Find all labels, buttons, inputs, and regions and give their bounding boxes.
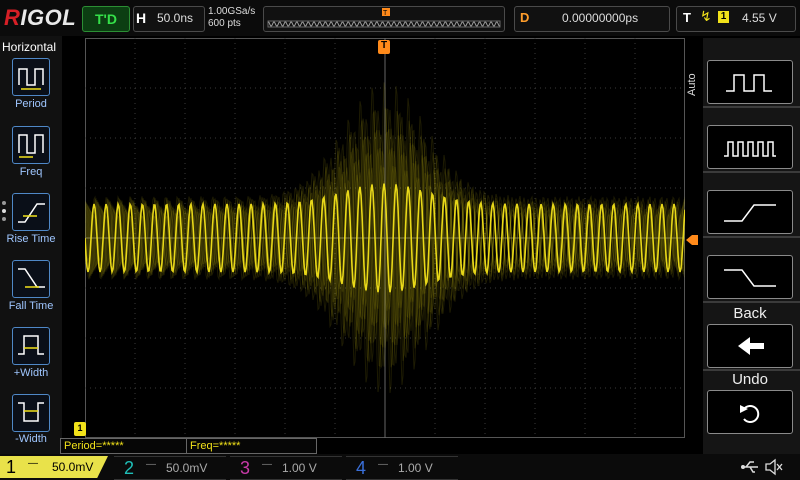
period-measurement: Period=***** xyxy=(60,438,187,454)
rise-time-label: Rise Time xyxy=(6,233,56,245)
rising-edge-icon: ↯ xyxy=(700,8,712,24)
slow-square-wave-button[interactable] xyxy=(707,60,793,104)
channel4-number: 4 xyxy=(356,458,367,478)
menu-separator xyxy=(703,236,800,238)
horizontal-label: H xyxy=(136,10,147,26)
left-menu-title: Horizontal xyxy=(2,40,57,54)
memory-depth: 600 pts xyxy=(208,18,241,29)
channel3-status[interactable]: 3 — 1.00 V xyxy=(230,456,342,480)
fall-time-icon xyxy=(18,268,45,288)
channel2-status[interactable]: 2 — 50.0mV xyxy=(114,456,226,480)
trigger-label: T xyxy=(683,10,691,25)
fall-time-label: Fall Time xyxy=(8,300,54,312)
timebase-value: 50.0ns xyxy=(157,11,194,25)
rising-edge-icon xyxy=(724,204,776,222)
channel1-scale: 50.0mV xyxy=(52,460,94,474)
channel3-number: 3 xyxy=(240,458,251,478)
run-state-badge[interactable]: T'D xyxy=(82,6,130,32)
page-dot xyxy=(2,201,6,205)
square-wave-fast-icon xyxy=(724,141,776,157)
undo-button[interactable] xyxy=(707,390,793,434)
back-button[interactable] xyxy=(707,324,793,368)
rising-edge-button[interactable] xyxy=(707,190,793,234)
channel1-status[interactable]: 1 — 50.0mV xyxy=(0,456,108,478)
page-dot xyxy=(2,217,6,221)
positive-width-button[interactable] xyxy=(12,327,50,365)
falling-edge-button[interactable] xyxy=(707,255,793,299)
dc-coupling-icon: — xyxy=(146,459,156,470)
trigger-position-marker[interactable]: T xyxy=(378,40,390,54)
frequency-label: Freq xyxy=(19,166,43,178)
channel4-scale: 1.00 V xyxy=(398,461,433,475)
dc-coupling-icon: — xyxy=(378,459,388,470)
menu-separator xyxy=(703,171,800,173)
frequency-button[interactable] xyxy=(12,126,50,164)
delay-label: D xyxy=(520,10,530,25)
menu-separator xyxy=(703,106,800,108)
trigger-level-marker[interactable] xyxy=(686,234,698,246)
back-arrow-icon xyxy=(738,337,764,355)
square-wave-slow-icon xyxy=(726,74,772,92)
auto-mode-label: Auto xyxy=(686,73,698,96)
rise-time-icon xyxy=(18,203,45,223)
delay-value: 0.00000000ps xyxy=(562,11,639,25)
undo-icon xyxy=(740,405,760,423)
menu-separator xyxy=(703,301,800,303)
trigger-level-value: 4.55 V xyxy=(742,11,777,25)
channel1-number: 1 xyxy=(6,457,17,477)
sample-rate: 1.00GSa/s xyxy=(208,6,256,17)
waveform-display[interactable] xyxy=(85,38,685,438)
channel1-offset-marker[interactable]: 1 xyxy=(74,422,86,436)
period-icon xyxy=(18,68,44,90)
undo-label: Undo xyxy=(732,371,768,388)
fall-time-button[interactable] xyxy=(12,260,50,298)
rise-time-button[interactable] xyxy=(12,193,50,231)
frequency-measurement: Freq=***** xyxy=(186,438,317,454)
channel2-scale: 50.0mV xyxy=(166,461,208,475)
period-button[interactable] xyxy=(12,58,50,96)
negative-width-button[interactable] xyxy=(12,394,50,432)
channel1-waveform xyxy=(85,82,685,393)
trigger-box[interactable] xyxy=(676,6,796,32)
frequency-icon xyxy=(18,134,44,158)
positive-width-label: +Width xyxy=(13,367,49,379)
usb-icon xyxy=(741,461,758,473)
memory-trigger-marker: T xyxy=(383,10,388,17)
page-dot-active xyxy=(2,209,6,213)
channel3-scale: 1.00 V xyxy=(282,461,317,475)
falling-edge-icon xyxy=(724,269,776,287)
negative-width-label: -Width xyxy=(15,433,47,445)
memory-waveform-preview: T xyxy=(267,8,501,28)
dc-coupling-icon: — xyxy=(28,458,38,469)
fast-square-wave-button[interactable] xyxy=(707,125,793,169)
positive-width-icon xyxy=(18,335,44,355)
trigger-source-badge: 1 xyxy=(718,11,729,23)
channel4-status[interactable]: 4 — 1.00 V xyxy=(346,456,458,480)
dc-coupling-icon: — xyxy=(262,459,272,470)
brand-logo: RIGOL xyxy=(4,5,77,30)
memory-overview-strip[interactable]: T xyxy=(263,6,505,32)
back-label: Back xyxy=(733,305,767,322)
speaker-muted-icon[interactable] xyxy=(764,457,784,477)
negative-width-icon xyxy=(18,402,44,422)
channel2-number: 2 xyxy=(124,458,135,478)
period-label: Period xyxy=(15,98,47,110)
